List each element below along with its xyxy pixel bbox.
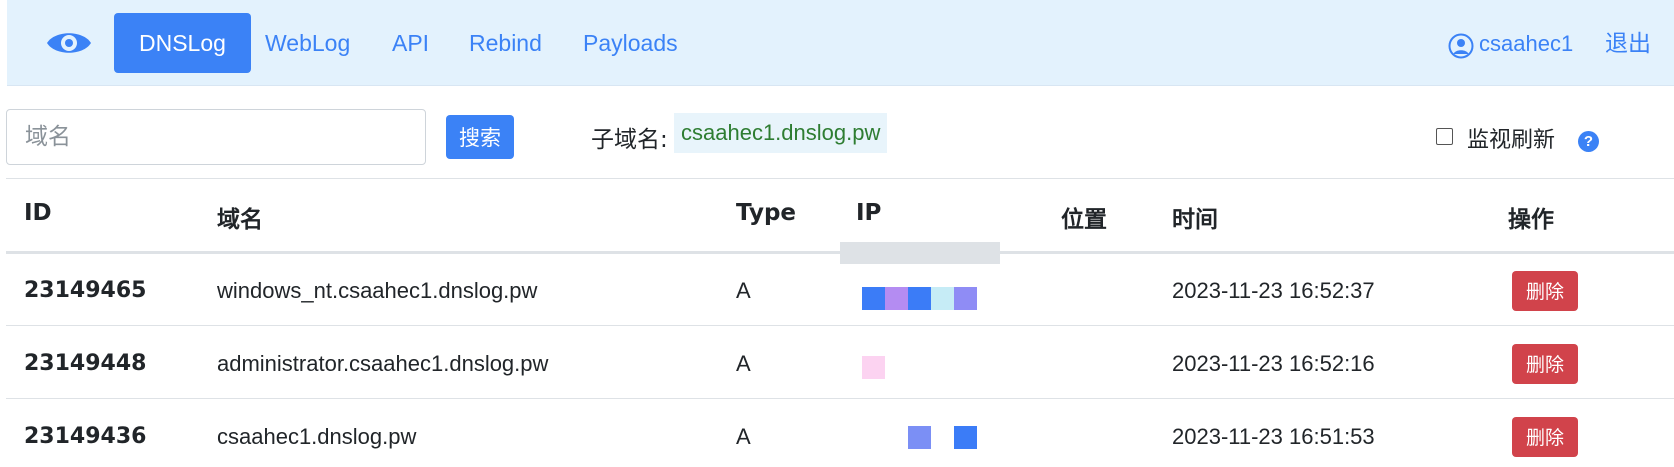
nav-payloads[interactable]: Payloads xyxy=(558,13,703,73)
header-domain: 域名 xyxy=(217,207,263,233)
header-action: 操作 xyxy=(1508,207,1554,233)
redaction-block xyxy=(908,426,931,449)
ip-redaction-bar xyxy=(840,242,1000,264)
nav-dnslog[interactable]: DNSLog xyxy=(114,13,251,73)
delete-button[interactable]: 删除 xyxy=(1512,417,1578,457)
row-time: 2023-11-23 16:52:16 xyxy=(1172,351,1375,376)
row-domain: windows_nt.csaahec1.dnslog.pw xyxy=(217,278,538,303)
row-divider xyxy=(6,398,1674,399)
header-id: ID xyxy=(24,200,52,226)
nav-weblog[interactable]: WebLog xyxy=(240,13,375,73)
subdomain-value: csaahec1.dnslog.pw xyxy=(674,113,888,153)
row-type: A xyxy=(736,278,751,303)
row-domain: administrator.csaahec1.dnslog.pw xyxy=(217,351,549,376)
delete-button[interactable]: 删除 xyxy=(1512,271,1578,311)
redaction-block xyxy=(931,287,954,310)
row-type: A xyxy=(736,351,751,376)
redaction-block xyxy=(862,356,885,379)
nav-api[interactable]: API xyxy=(367,13,454,73)
row-ip-redacted xyxy=(862,426,990,450)
row-time: 2023-11-23 16:52:37 xyxy=(1172,278,1375,303)
question-circle-icon[interactable]: ? xyxy=(1578,131,1599,152)
user-circle-icon xyxy=(1448,33,1474,59)
search-button[interactable]: 搜索 xyxy=(446,115,514,159)
row-divider xyxy=(6,325,1674,326)
redaction-block xyxy=(862,287,885,310)
row-ip-redacted xyxy=(862,287,990,311)
monitor-refresh-label[interactable]: 监视刷新 xyxy=(1467,122,1555,154)
row-domain: csaahec1.dnslog.pw xyxy=(217,424,417,449)
row-type: A xyxy=(736,424,751,449)
nav-rebind[interactable]: Rebind xyxy=(444,13,567,73)
redaction-block xyxy=(954,287,977,310)
subdomain-label: 子域名: xyxy=(591,127,668,153)
logout-link[interactable]: 退出 xyxy=(1605,26,1651,62)
eye-icon[interactable] xyxy=(45,27,93,59)
delete-button[interactable]: 删除 xyxy=(1512,344,1578,384)
header-location: 位置 xyxy=(1061,207,1107,233)
header-type: Type xyxy=(736,200,797,226)
redaction-block xyxy=(954,426,977,449)
domain-search-input[interactable] xyxy=(6,109,426,165)
row-time: 2023-11-23 16:51:53 xyxy=(1172,424,1375,449)
header-time: 时间 xyxy=(1172,207,1218,233)
row-ip-redacted xyxy=(862,356,990,380)
row-id: 23149436 xyxy=(24,424,147,449)
navbar: DNSLog WebLog API Rebind Payloads csaahe… xyxy=(7,0,1674,86)
username-link[interactable]: csaahec1 xyxy=(1479,26,1573,62)
header-ip: IP xyxy=(856,200,882,226)
row-id: 23149465 xyxy=(24,278,147,303)
divider xyxy=(6,178,1674,179)
row-id: 23149448 xyxy=(24,351,147,376)
redaction-block xyxy=(885,287,908,310)
redaction-block xyxy=(908,287,931,310)
monitor-refresh-checkbox[interactable] xyxy=(1436,128,1453,145)
